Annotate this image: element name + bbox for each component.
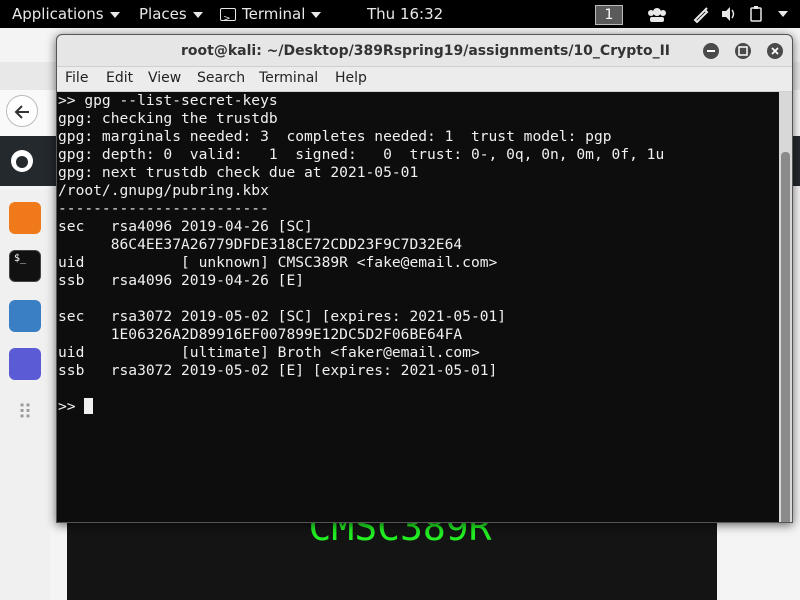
places-menu[interactable]: Places	[139, 0, 203, 28]
chevron-down-icon	[109, 11, 120, 18]
github-logo-icon	[11, 150, 33, 172]
dock: $_ ⠿	[0, 190, 50, 600]
menu-view[interactable]: View	[148, 70, 181, 86]
terminal-output[interactable]: >> gpg --list-secret-keys gpg: checking …	[57, 92, 781, 522]
terminal-line: gpg: next trustdb check due at 2021-05-0…	[58, 164, 419, 181]
text-cursor	[84, 398, 94, 414]
minimize-button[interactable]	[703, 43, 719, 59]
window-title: root@kali: ~/Desktop/389Rspring19/assign…	[181, 43, 670, 59]
chevron-down-icon	[192, 11, 203, 18]
applications-label: Applications	[12, 5, 104, 23]
close-button[interactable]	[767, 43, 783, 59]
workspace-indicator[interactable]: 1	[595, 0, 623, 28]
pen-icon[interactable]	[692, 5, 710, 23]
people-icon[interactable]	[647, 5, 667, 23]
terminal-titlebar[interactable]: root@kali: ~/Desktop/389Rspring19/assign…	[57, 35, 792, 67]
back-arrow-icon	[14, 105, 29, 119]
terminal-menu-label: Terminal	[242, 5, 306, 23]
terminal-line: /root/.gnupg/pubring.kbx	[58, 182, 269, 199]
workspace-number: 1	[595, 5, 623, 25]
firefox-icon[interactable]	[9, 202, 41, 234]
text-editor-icon[interactable]	[9, 348, 41, 380]
terminal-app-icon[interactable]: $_	[9, 250, 41, 282]
menu-help[interactable]: Help	[335, 70, 367, 86]
terminal-menubar: File Edit View Search Terminal Help	[57, 67, 792, 92]
menu-edit[interactable]: Edit	[106, 70, 133, 86]
terminal-app-menu[interactable]: Terminal	[220, 0, 322, 33]
terminal-prompt-line[interactable]: >>	[58, 398, 94, 416]
system-menu-chevron-icon[interactable]	[778, 11, 788, 17]
show-applications-icon[interactable]: ⠿	[9, 396, 41, 428]
terminal-line: >> gpg --list-secret-keys	[58, 92, 278, 109]
terminal-line: sec rsa3072 2019-05-02 [SC] [expires: 20…	[58, 308, 507, 325]
terminal-line: 86C4EE37A26779DFDE318CE72CDD23F9C7D32E64	[58, 236, 463, 253]
terminal-line: 1E06326A2D89916EF007899E12DC5D2F06BE64FA	[58, 326, 463, 343]
menu-search[interactable]: Search	[197, 70, 245, 86]
terminal-icon	[220, 5, 236, 33]
terminal-line: gpg: depth: 0 valid: 1 signed: 0 trust: …	[58, 146, 665, 163]
maximize-icon	[738, 46, 748, 56]
places-label: Places	[139, 5, 187, 23]
terminal-line: sec rsa4096 2019-04-26 [SC]	[58, 218, 313, 235]
terminal-window: root@kali: ~/Desktop/389Rspring19/assign…	[56, 34, 793, 523]
power-icon[interactable]	[747, 5, 765, 23]
terminal-line: gpg: marginals needed: 3 completes neede…	[58, 128, 612, 145]
terminal-line: ------------------------	[58, 200, 269, 217]
scrollbar-thumb[interactable]	[781, 152, 790, 522]
terminal-line: uid [ unknown] CMSC389R <fake@email.com>	[58, 254, 498, 271]
applications-menu[interactable]: Applications	[12, 0, 120, 28]
maximize-button[interactable]	[735, 43, 751, 59]
terminal-line: uid [ultimate] Broth <faker@email.com>	[58, 344, 480, 361]
menu-terminal[interactable]: Terminal	[259, 70, 318, 86]
terminal-line: ssb rsa3072 2019-05-02 [E] [expires: 202…	[58, 362, 498, 379]
top-panel: Applications Places Terminal Thu 16:32 1	[0, 0, 800, 33]
minimize-icon	[707, 50, 715, 52]
chevron-down-icon	[311, 11, 322, 18]
terminal-prompt: >>	[58, 398, 85, 415]
terminal-line: ssb rsa4096 2019-04-26 [E]	[58, 272, 305, 289]
browser-back-button[interactable]	[6, 95, 38, 127]
volume-icon[interactable]	[720, 5, 738, 23]
files-icon[interactable]	[9, 300, 41, 332]
menu-file[interactable]: File	[65, 70, 88, 86]
terminal-line: gpg: checking the trustdb	[58, 110, 278, 127]
close-icon	[771, 47, 779, 55]
clock[interactable]: Thu 16:32	[367, 0, 443, 28]
terminal-scrollbar[interactable]	[779, 92, 792, 522]
